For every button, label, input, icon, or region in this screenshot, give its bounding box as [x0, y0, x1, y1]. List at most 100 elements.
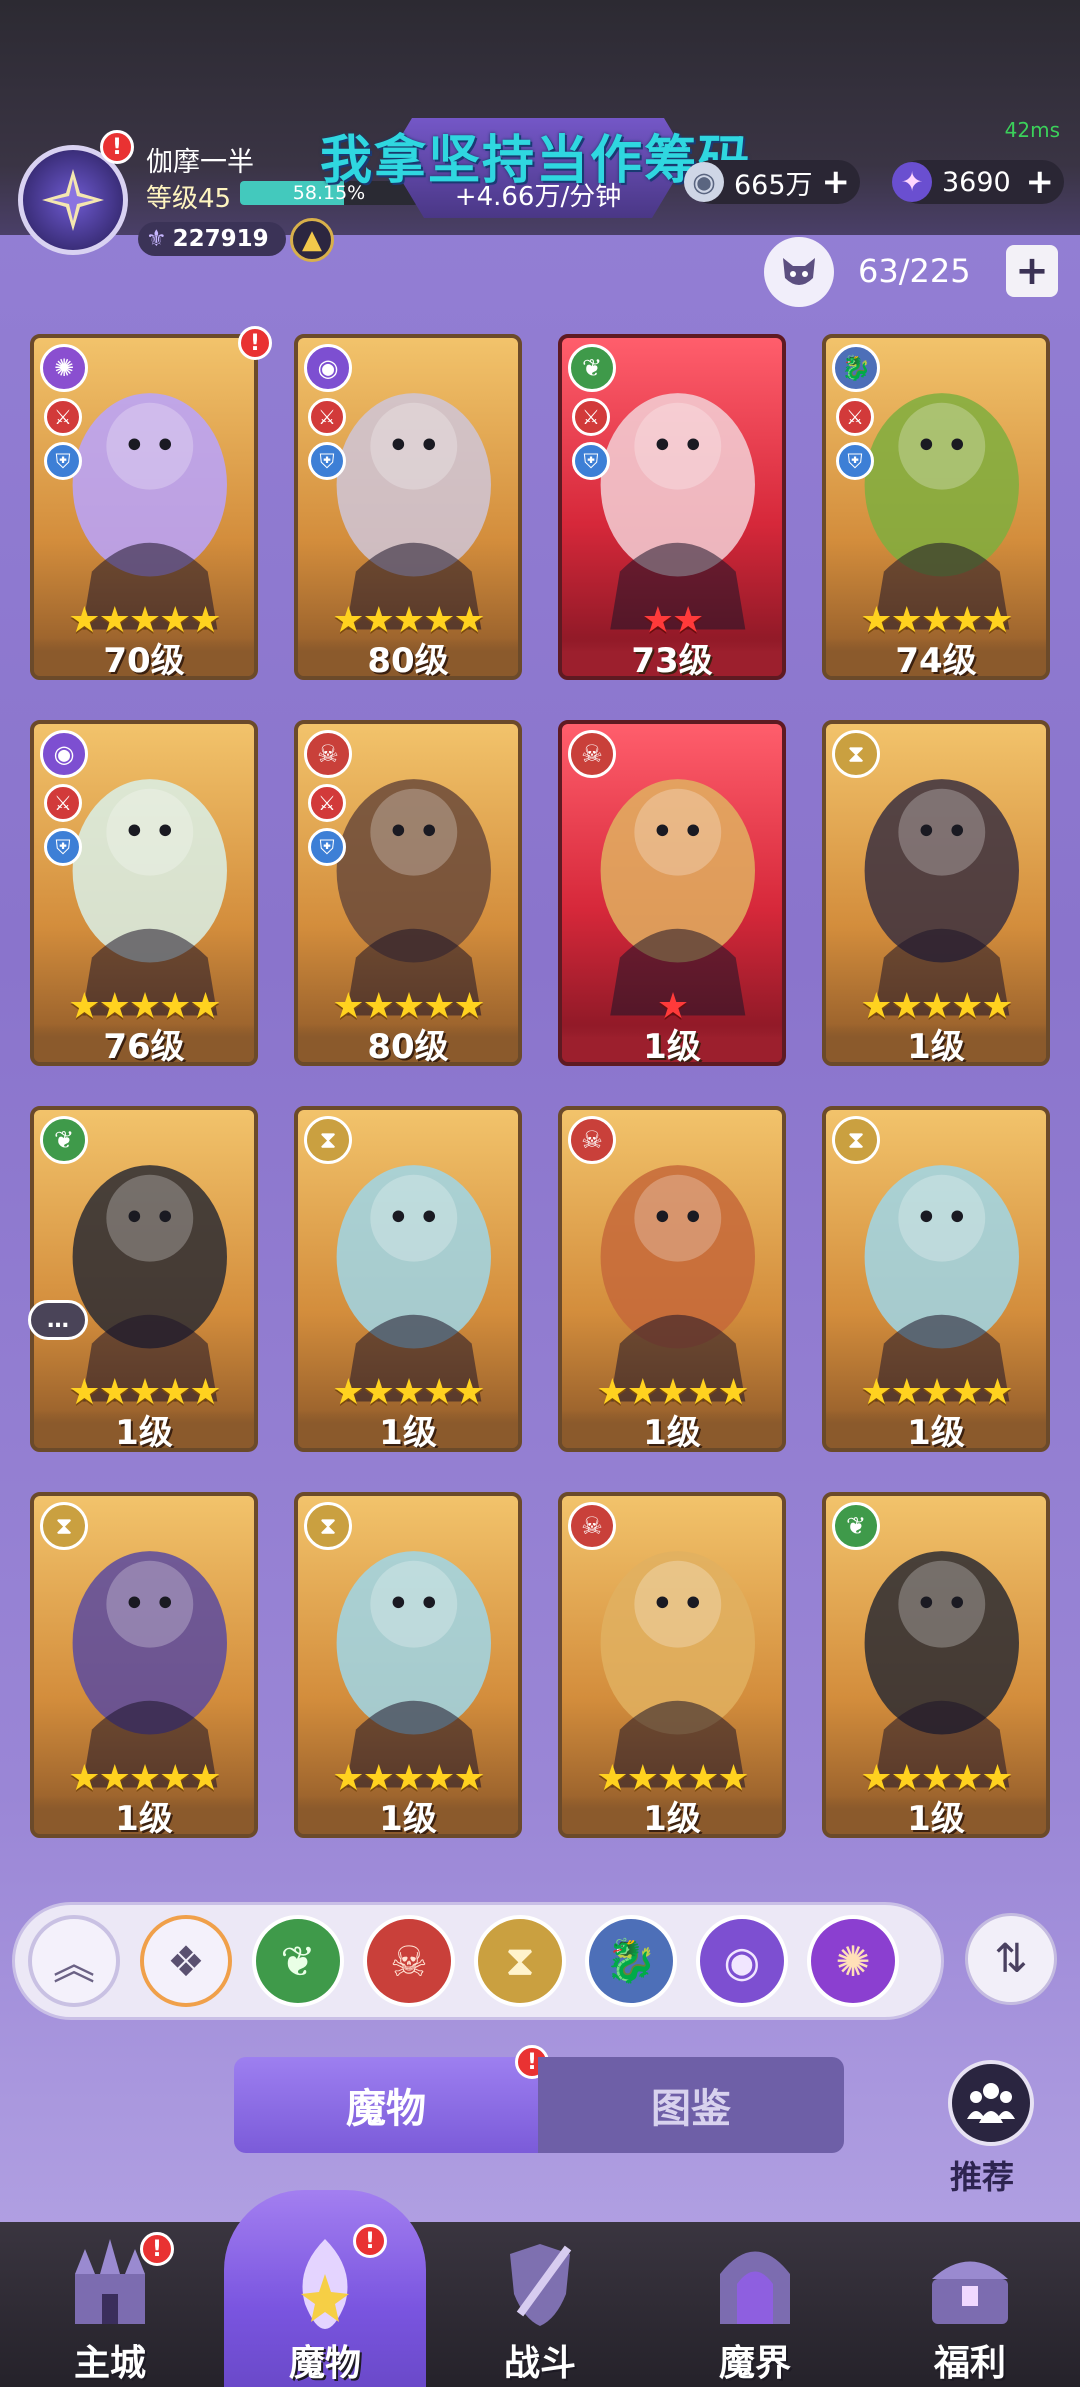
sort-icon: ⇅ — [994, 1936, 1028, 1982]
monster-card[interactable]: ⧗ ★★★★★ 1级 — [294, 1106, 522, 1452]
filter-vortex-button[interactable]: ✺ — [807, 1915, 899, 2007]
monster-card[interactable]: ❦ ★★★★★ 1级 — [30, 1106, 258, 1452]
shield-role-icon: ⛨ — [836, 442, 874, 480]
star-icon: ★ — [68, 1758, 100, 1799]
star-icon: ★ — [687, 1372, 719, 1413]
star-rating: ★★★★★ — [298, 986, 518, 1027]
nav-monsters-alert-icon: ! — [353, 2224, 387, 2258]
star-icon: ★ — [920, 986, 953, 1027]
nav-demon-realm-label: 魔界 — [718, 2343, 791, 2384]
nav-demon-realm[interactable]: 魔界 — [665, 2222, 845, 2387]
star-icon: ★ — [656, 986, 689, 1027]
star-icon: ★ — [423, 1758, 455, 1799]
monster-card[interactable]: 🐉 ⚔ ⛨ ★★★★★ 74级 — [822, 334, 1050, 680]
sword-role-icon: ⚔ — [44, 784, 82, 822]
monster-level: 1级 — [826, 1024, 1046, 1062]
chat-bubble-icon[interactable]: … — [28, 1300, 88, 1340]
sword-role-icon: ⚔ — [572, 398, 610, 436]
nav-benefits[interactable]: 福利 — [880, 2222, 1060, 2387]
nav-main-city-alert-icon: ! — [140, 2232, 174, 2266]
star-icon: ★ — [920, 600, 953, 641]
star-icon: ★ — [920, 1758, 953, 1799]
tab-monsters[interactable]: 魔物 — [234, 2057, 538, 2153]
add-gem-coin-icon[interactable]: + — [822, 162, 851, 202]
star-icon: ★ — [98, 600, 131, 641]
star-rating: ★★★★★ — [826, 600, 1046, 641]
filter-demon-button[interactable]: ☠ — [363, 1915, 455, 2007]
star-rating: ★★★★★ — [34, 600, 254, 641]
resource-star-crystal-value: 3690 — [942, 166, 1011, 198]
filter-all-button[interactable]: ❖ — [140, 1915, 232, 2007]
vortex-faction-icon: ✺ — [40, 344, 88, 392]
hourglass-faction-icon: ⧗ — [304, 1502, 352, 1550]
nav-monsters[interactable]: ! 魔物 — [235, 2222, 415, 2387]
star-icon: ★ — [981, 1372, 1013, 1413]
power-upgrade-button[interactable]: ▲ — [290, 218, 334, 262]
shield-sword-icon — [510, 2244, 572, 2326]
star-rating: ★★★★★ — [34, 1372, 254, 1413]
leaf-faction-icon: ❦ — [832, 1502, 880, 1550]
nav-main-city[interactable]: ! 主城 — [20, 2222, 200, 2387]
star-icon: ★ — [68, 600, 100, 641]
monster-card[interactable]: ☠ ★★★★★ 1级 — [558, 1492, 786, 1838]
star-icon: ★ — [189, 1372, 221, 1413]
monster-card[interactable]: ☠ ★ 1级 — [558, 720, 786, 1066]
star-icon: ★ — [687, 1758, 719, 1799]
star-icon: ★ — [717, 1758, 749, 1799]
sort-button[interactable]: ⇅ — [965, 1913, 1057, 2005]
filter-eye-button[interactable]: ◉ — [696, 1915, 788, 2007]
monster-level: 1级 — [298, 1410, 518, 1448]
star-icon: ★ — [890, 1758, 923, 1799]
power-icon: ⚜ — [146, 226, 167, 252]
star-icon: ★ — [641, 600, 674, 641]
expand-collection-button[interactable]: + — [1006, 245, 1058, 297]
monster-mask-icon — [783, 258, 815, 285]
shield-role-icon: ⛨ — [44, 442, 82, 480]
monster-level: 1级 — [826, 1410, 1046, 1448]
filter-nature-button[interactable]: ❦ — [252, 1915, 344, 2007]
resource-gem-coin[interactable]: ◉ 665万 + — [684, 160, 860, 204]
monster-card[interactable]: ◉ ⚔ ⛨ ★★★★★ 80级 — [294, 334, 522, 680]
filter-hourglass-button[interactable]: ⧗ — [474, 1915, 566, 2007]
monster-card[interactable]: ✺ ⚔ ⛨ ★★★★★ 70级 — [30, 334, 258, 680]
collapse-filter-button[interactable]: ︽ — [28, 1915, 120, 2007]
nav-battle[interactable]: 战斗 — [450, 2222, 630, 2387]
monster-card[interactable]: ❦ ★★★★★ 1级 — [822, 1492, 1050, 1838]
monster-card[interactable]: ⧗ ★★★★★ 1级 — [822, 720, 1050, 1066]
star-rating: ★★★★★ — [34, 1758, 254, 1799]
monster-card[interactable]: ⧗ ★★★★★ 1级 — [822, 1106, 1050, 1452]
star-icon: ★ — [860, 1372, 892, 1413]
monster-level: 73级 — [562, 638, 782, 676]
star-rating: ★★★★★ — [562, 1372, 782, 1413]
sword-role-icon: ⚔ — [44, 398, 82, 436]
resource-star-crystal[interactable]: ✦ 3690 + — [892, 160, 1064, 204]
star-icon: ★ — [860, 986, 892, 1027]
monster-card[interactable]: ☠ ★★★★★ 1级 — [558, 1106, 786, 1452]
eye-faction-icon: ◉ — [40, 730, 88, 778]
star-icon: ★ — [392, 1758, 425, 1799]
recommend-button[interactable] — [948, 2060, 1034, 2146]
star-icon: ★ — [189, 600, 221, 641]
gem-coin-icon: ◉ — [684, 162, 724, 202]
star-rating: ★★ — [562, 600, 782, 641]
star-icon: ★ — [860, 1758, 892, 1799]
diamond-grid-icon: ❖ — [167, 1936, 205, 1986]
leaf-faction-icon: ❦ — [40, 1116, 88, 1164]
team-icon — [967, 2083, 1015, 2123]
monster-card[interactable]: ☠ ⚔ ⛨ ★★★★★ 80级 — [294, 720, 522, 1066]
monster-card[interactable]: ◉ ⚔ ⛨ ★★★★★ 76级 — [30, 720, 258, 1066]
star-rating: ★★★★★ — [298, 600, 518, 641]
collection-icon[interactable] — [764, 237, 834, 307]
add-star-crystal-icon[interactable]: + — [1026, 162, 1055, 202]
filter-dragon-button[interactable]: 🐉 — [585, 1915, 677, 2007]
monster-card[interactable]: ⧗ ★★★★★ 1级 — [294, 1492, 522, 1838]
combat-power: ⚜ 227919 — [138, 222, 286, 256]
tab-codex[interactable]: 图鉴 — [538, 2057, 844, 2153]
card-alert-icon: ! — [238, 326, 272, 360]
star-icon: ★ — [362, 600, 395, 641]
hourglass-icon: ⧗ — [505, 1936, 535, 1985]
monster-card[interactable]: ❦ ⚔ ⛨ ★★ 73级 — [558, 334, 786, 680]
eye-icon: ◉ — [723, 1936, 761, 1986]
star-icon: ★ — [453, 1758, 485, 1799]
monster-card[interactable]: ⧗ ★★★★★ 1级 — [30, 1492, 258, 1838]
